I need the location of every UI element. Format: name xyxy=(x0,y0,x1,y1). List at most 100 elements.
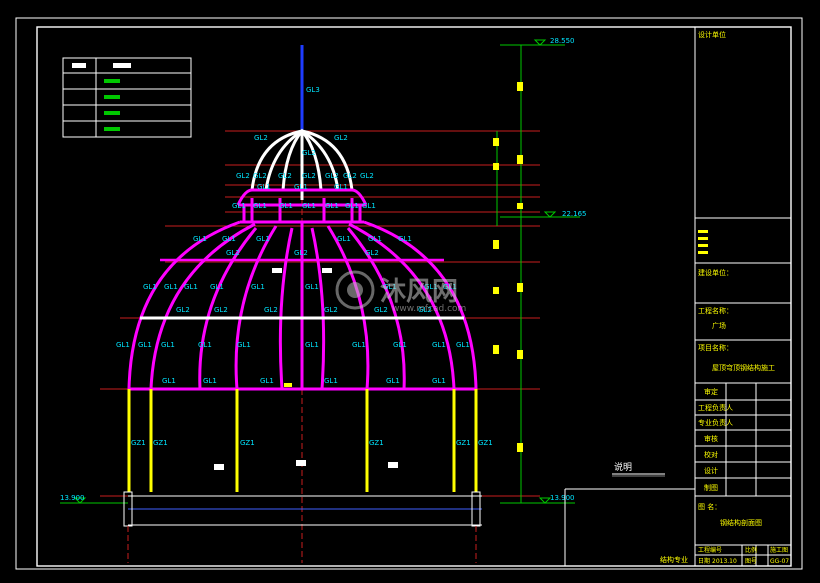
tb-role: 审核 xyxy=(704,434,718,443)
tb-design-unit: 设计单位 xyxy=(698,30,726,39)
svg-text:GL1: GL1 xyxy=(138,341,152,349)
svg-text:GL1: GL1 xyxy=(210,283,224,291)
title-block: 设计单位 建设单位： 工程名称： 广场 项目名称： 屋顶穹顶钢结构施工 审定 工… xyxy=(694,27,791,566)
svg-text:GL2: GL2 xyxy=(325,172,339,180)
tb-project-name-label: 工程名称： xyxy=(698,306,733,315)
svg-text:GZ1: GZ1 xyxy=(456,439,471,447)
svg-text:GL1: GL1 xyxy=(116,341,130,349)
tb-date-value: 2013.10 xyxy=(712,558,737,565)
svg-text:GL2: GL2 xyxy=(365,249,379,257)
svg-text:GL1: GL1 xyxy=(393,341,407,349)
svg-text:GL2: GL2 xyxy=(302,149,316,157)
tb-role: 审定 xyxy=(704,387,718,396)
svg-text:GL1: GL1 xyxy=(260,377,274,385)
svg-text:GL1: GL1 xyxy=(143,283,157,291)
tb-scale-label: 比例 xyxy=(745,546,757,554)
svg-text:GL2: GL2 xyxy=(176,306,190,314)
svg-text:GL1: GL1 xyxy=(164,283,178,291)
tb-building-unit: 建设单位： xyxy=(698,268,733,277)
svg-text:GL1: GL1 xyxy=(325,202,339,210)
dimension-chain xyxy=(493,45,523,503)
tb-sheet-label: 图号 xyxy=(745,558,757,565)
svg-text:GL1: GL1 xyxy=(432,341,446,349)
tb-role: 工程负责人 xyxy=(698,403,733,412)
svg-text:GL2: GL2 xyxy=(264,306,278,314)
svg-text:GL2: GL2 xyxy=(324,306,338,314)
tb-drawing-value: 钢结构剖面图 xyxy=(720,518,762,527)
svg-text:GL2: GL2 xyxy=(302,172,316,180)
tb-role: 制图 xyxy=(704,483,718,492)
label-gl3: GL3 xyxy=(306,86,320,94)
tb-item-name-label: 项目名称： xyxy=(698,343,733,352)
svg-text:GL1: GL1 xyxy=(203,377,217,385)
svg-text:GL1: GL1 xyxy=(294,183,308,191)
svg-text:GL2: GL2 xyxy=(254,134,268,142)
tb-role: 校对 xyxy=(704,450,718,459)
svg-text:GL2: GL2 xyxy=(226,249,240,257)
watermark: 沐风网 www.mfcad.com xyxy=(335,270,466,314)
svg-text:GL1: GL1 xyxy=(324,377,338,385)
svg-text:GL2: GL2 xyxy=(294,249,308,257)
level-ring-text: 22.165 xyxy=(562,210,587,218)
svg-text:GL1: GL1 xyxy=(456,341,470,349)
svg-text:GL1: GL1 xyxy=(162,377,176,385)
svg-text:GZ1: GZ1 xyxy=(153,439,168,447)
svg-text:GL1: GL1 xyxy=(302,202,316,210)
svg-text:GZ1: GZ1 xyxy=(478,439,493,447)
svg-text:GL1: GL1 xyxy=(334,183,348,191)
watermark-url: www.mfcad.com xyxy=(392,304,466,314)
svg-text:GL1: GL1 xyxy=(362,202,376,210)
tb-project-no-label: 工程编号 xyxy=(698,546,722,554)
svg-text:GL1: GL1 xyxy=(345,202,359,210)
level-base-left-text: 13.900 xyxy=(60,494,85,502)
svg-text:GL1: GL1 xyxy=(352,341,366,349)
level-marker-base-left: 13.900 xyxy=(60,494,128,504)
svg-text:GZ1: GZ1 xyxy=(131,439,146,447)
level-marker-base-right: 13.900 xyxy=(500,494,575,504)
svg-text:GL2: GL2 xyxy=(334,134,348,142)
tb-item-name-value: 屋顶穹顶钢结构施工 xyxy=(712,363,775,372)
level-marker-top: 28.550 xyxy=(500,37,575,46)
svg-text:GL1: GL1 xyxy=(337,235,351,243)
svg-text:GL1: GL1 xyxy=(251,283,265,291)
tb-project-name-value: 广场 xyxy=(712,321,726,330)
section-label: 说明 xyxy=(612,461,665,477)
svg-text:GL1: GL1 xyxy=(279,202,293,210)
svg-text:GL1: GL1 xyxy=(222,235,236,243)
columns xyxy=(127,389,478,492)
svg-text:GL2: GL2 xyxy=(236,172,250,180)
tb-role: 设计 xyxy=(704,466,718,475)
svg-text:GL2: GL2 xyxy=(374,306,388,314)
svg-text:GL1: GL1 xyxy=(257,183,271,191)
svg-text:GL1: GL1 xyxy=(386,377,400,385)
svg-text:GL1: GL1 xyxy=(398,235,412,243)
svg-text:GZ1: GZ1 xyxy=(240,439,255,447)
level-base-right-text: 13.900 xyxy=(550,494,575,502)
svg-text:GL1: GL1 xyxy=(237,341,251,349)
tb-date-label: 日期 xyxy=(698,557,710,565)
tb-stage-value: 施工图 xyxy=(770,546,788,554)
svg-text:GL1: GL1 xyxy=(184,283,198,291)
level-marker-ring: 22.165 xyxy=(500,210,587,218)
svg-text:说明: 说明 xyxy=(614,461,632,473)
svg-text:GL1: GL1 xyxy=(305,341,319,349)
legend-table xyxy=(62,57,192,138)
tb-role: 专业负责人 xyxy=(698,418,733,427)
tb-sheet-value: GG-07 xyxy=(770,558,789,565)
svg-text:GL1: GL1 xyxy=(193,235,207,243)
svg-text:GL1: GL1 xyxy=(161,341,175,349)
svg-text:GL2: GL2 xyxy=(253,172,267,180)
svg-text:GL1: GL1 xyxy=(368,235,382,243)
footer-stamp: 结构专业 xyxy=(660,555,688,564)
tb-drawing-label: 图 名： xyxy=(698,502,721,511)
footer-box: 结构专业 xyxy=(564,488,695,566)
svg-text:GL2: GL2 xyxy=(278,172,292,180)
svg-text:GL1: GL1 xyxy=(256,235,270,243)
cad-drawing-sheet: 28.550 22.165 13.900 13.900 GL3 GL2 GL2 … xyxy=(15,17,803,570)
svg-text:GL2: GL2 xyxy=(360,172,374,180)
svg-text:GL1: GL1 xyxy=(232,202,246,210)
svg-text:GL1: GL1 xyxy=(198,341,212,349)
foundation xyxy=(123,491,482,563)
svg-text:GL2: GL2 xyxy=(214,306,228,314)
svg-text:GL1: GL1 xyxy=(253,202,267,210)
